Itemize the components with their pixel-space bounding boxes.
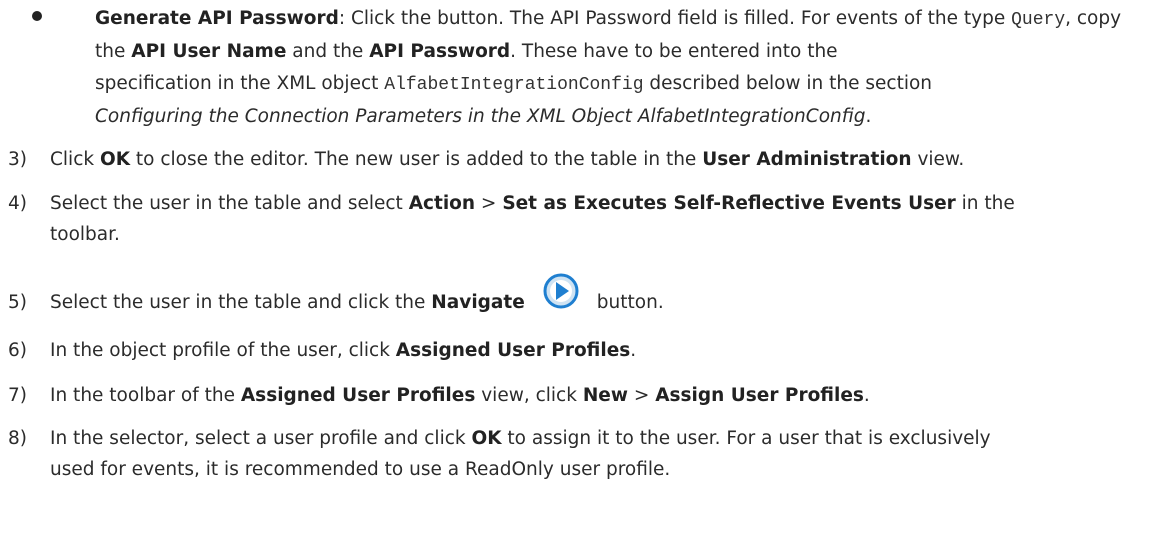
section-reference: Configuring the Connection Parameters in… [95,106,866,127]
document-page: Generate API Password: Click the button.… [0,0,1173,537]
code-query: Query [1011,10,1066,30]
bullet-icon [32,11,42,21]
step-4: 4) Select the user in the table and selec… [8,193,1015,245]
step-8: 8) In the selector, select a user profile… [8,428,991,480]
term-api-password: API Password [369,41,511,62]
term-api-user-name: API User Name [131,41,287,62]
term-generate-api-password: Generate API Password [95,8,339,29]
step-3: 3) Click OK to close the editor. The new … [8,149,965,170]
step-6: 6) In the object profile of the user, cli… [8,340,637,361]
step-7: 7) In the toolbar of the Assigned User Pr… [8,385,870,406]
navigate-arrow-icon [543,273,579,319]
generate-api-password-bullet: Generate API Password: Click the button.… [95,8,1122,127]
code-alfabet-integration-config: AlfabetIntegrationConfig [384,75,644,95]
step-5: 5) Select the user in the table and click… [8,273,1166,319]
